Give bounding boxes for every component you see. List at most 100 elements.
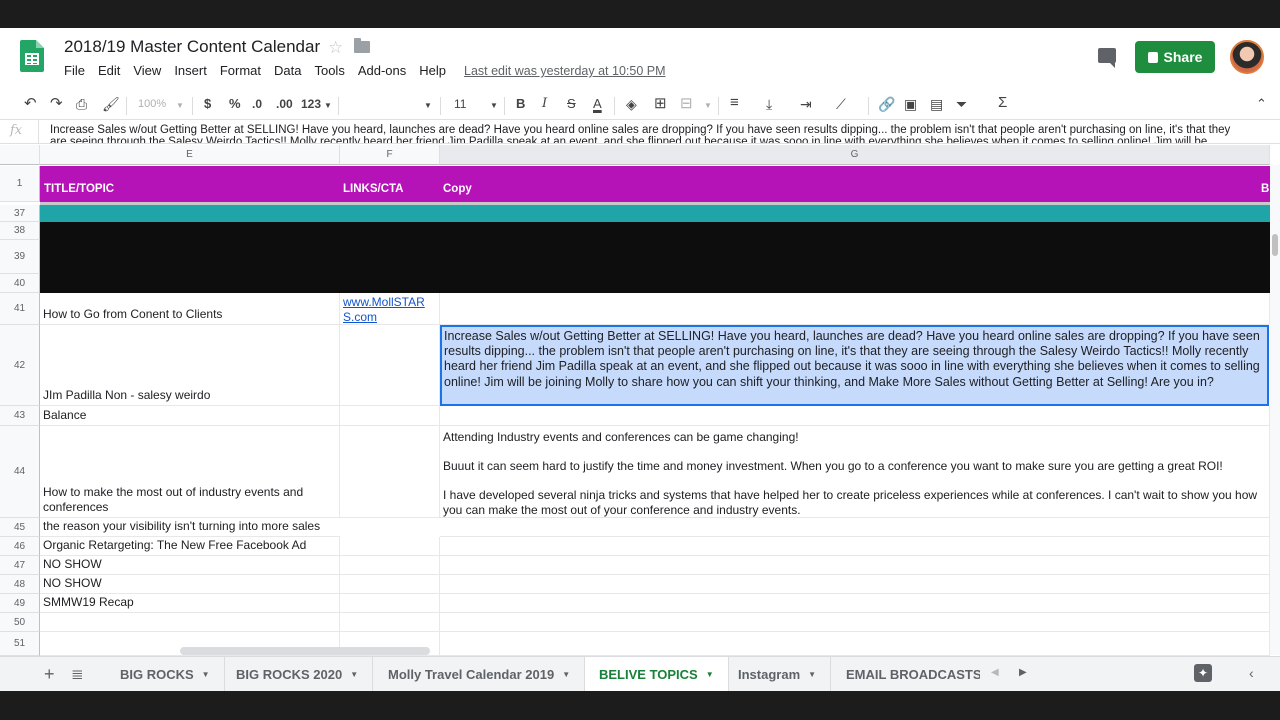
menu-format[interactable]: Format [220,63,261,81]
decrease-decimal-button[interactable]: .0 [252,97,262,111]
row-header[interactable]: 42 [0,325,40,406]
row-header[interactable]: 39 [0,240,40,274]
header-column-h[interactable]: B [1261,183,1269,195]
column-header-g[interactable]: G [440,145,1270,165]
explore-icon[interactable]: ✦ [1194,664,1212,682]
scroll-tabs-right-icon[interactable]: ▶ [1019,667,1027,678]
percent-button[interactable]: % [229,96,241,111]
cell-f46[interactable] [340,537,440,556]
selected-cell-g42[interactable]: Increase Sales w/out Getting Better at S… [440,325,1269,406]
horizontal-scrollbar[interactable] [180,647,430,655]
fill-color-icon[interactable]: ◈ [626,96,637,113]
menu-edit[interactable]: Edit [98,63,120,81]
vertical-align-icon[interactable]: ⤓ [766,96,772,113]
cell-e44[interactable]: How to make the most out of industry eve… [40,426,340,518]
tab-big-rocks-2020[interactable]: BIG ROCKS 2020 ▼ [222,657,374,691]
formula-text[interactable]: Increase Sales w/out Getting Better at S… [50,124,1250,143]
cell-g46[interactable] [440,537,1270,556]
print-icon[interactable]: ⎙ [76,96,87,113]
sheets-logo-icon[interactable] [20,40,44,72]
cell-e43[interactable]: Balance [40,406,340,426]
row-header[interactable]: 38 [0,222,40,240]
row-header[interactable]: 41 [0,293,40,325]
row-header[interactable]: 51 [0,632,40,656]
folder-icon[interactable] [354,38,370,53]
menu-help[interactable]: Help [419,63,446,81]
star-icon[interactable]: ☆ [328,38,343,58]
cell-f48[interactable] [340,575,440,594]
borders-icon[interactable]: ⊞ [654,94,667,112]
cell-g41[interactable] [440,293,1270,325]
row-header[interactable]: 37 [0,205,40,222]
undo-icon[interactable]: ↶ [24,94,37,112]
tab-belive-topics[interactable]: BELIVE TOPICS ▼ [585,657,729,691]
cell-f43[interactable] [340,406,440,426]
header-title-topic[interactable]: TITLE/TOPIC [44,183,114,195]
row-header[interactable]: 43 [0,406,40,426]
text-rotation-icon[interactable]: ⟋ [836,96,846,113]
cell-f44[interactable] [340,426,440,518]
cell-e50[interactable] [40,613,340,632]
cell-g50[interactable] [440,613,1270,632]
header-copy[interactable]: Copy [443,183,472,195]
document-title[interactable]: 2018/19 Master Content Calendar [64,37,320,57]
cell-e46[interactable]: Organic Retargeting: The New Free Facebo… [40,537,340,556]
cell-g51[interactable] [440,632,1270,656]
cell-f42[interactable] [340,325,440,406]
cell-e41[interactable]: How to Go from Conent to Clients [40,293,340,325]
cell-f49[interactable] [340,594,440,613]
italic-button[interactable]: I [542,96,547,111]
cell-f41[interactable]: www.MollSTARS.com [340,293,440,325]
cell-g43[interactable] [440,406,1270,426]
row-header[interactable]: 40 [0,274,40,293]
font-size-select[interactable]: 11 [454,97,466,111]
row-header[interactable]: 46 [0,537,40,556]
menu-addons[interactable]: Add-ons [358,63,406,81]
avatar[interactable] [1230,40,1264,74]
row-header[interactable]: 48 [0,575,40,594]
zoom-select[interactable]: 100% [138,98,166,110]
increase-decimal-button[interactable]: .00 [276,97,293,111]
column-header-f[interactable]: F [340,145,440,165]
scroll-tabs-left-icon[interactable]: ◀ [991,667,999,678]
text-color-button[interactable]: A [593,96,602,111]
row-header[interactable]: 45 [0,518,40,537]
menu-file[interactable]: File [64,63,85,81]
insert-chart-icon[interactable]: ▤ [930,96,943,113]
cell-e48[interactable]: NO SHOW [40,575,340,594]
redo-icon[interactable]: ↷ [50,94,63,112]
cell-g49[interactable] [440,594,1270,613]
menu-tools[interactable]: Tools [314,63,344,81]
menu-insert[interactable]: Insert [174,63,207,81]
bold-button[interactable]: B [516,96,525,111]
add-sheet-icon[interactable]: + [44,664,55,685]
functions-icon[interactable]: Σ [998,94,1007,111]
row-header[interactable]: 47 [0,556,40,575]
cell-g47[interactable] [440,556,1270,575]
header-links-cta[interactable]: LINKS/CTA [343,183,403,195]
row-header[interactable]: 1 [0,166,40,202]
vertical-scroll-thumb[interactable] [1272,234,1278,256]
cta-link[interactable]: www.MollSTARS.com [343,295,436,324]
menu-view[interactable]: View [133,63,161,81]
row-header[interactable]: 49 [0,594,40,613]
currency-button[interactable]: $ [204,96,211,111]
side-panel-toggle-icon[interactable]: ‹ [1249,665,1254,681]
tab-molly-travel-calendar[interactable]: Molly Travel Calendar 2019 ▼ [374,657,586,691]
share-button[interactable]: Share [1135,41,1215,73]
insert-comment-icon[interactable]: ▣ [904,96,917,113]
last-edit-link[interactable]: Last edit was yesterday at 10:50 PM [464,64,666,78]
comment-history-icon[interactable] [1098,48,1116,68]
more-formats-button[interactable]: 123 [301,97,321,111]
menu-data[interactable]: Data [274,63,301,81]
formula-bar[interactable]: fx Increase Sales w/out Getting Better a… [0,120,1280,144]
select-all-corner[interactable] [0,145,40,165]
tab-instagram[interactable]: Instagram ▼ [724,657,832,691]
merge-cells-icon[interactable]: ⊟ [680,94,693,112]
cell-f50[interactable] [340,613,440,632]
cell-e45[interactable]: the reason your visibility isn't turning… [40,518,340,537]
cell-e42[interactable]: JIm Padilla Non - salesy weirdo [40,325,340,406]
horizontal-align-icon[interactable]: ≡ [730,94,739,111]
row-header[interactable]: 44 [0,426,40,518]
cell-f47[interactable] [340,556,440,575]
